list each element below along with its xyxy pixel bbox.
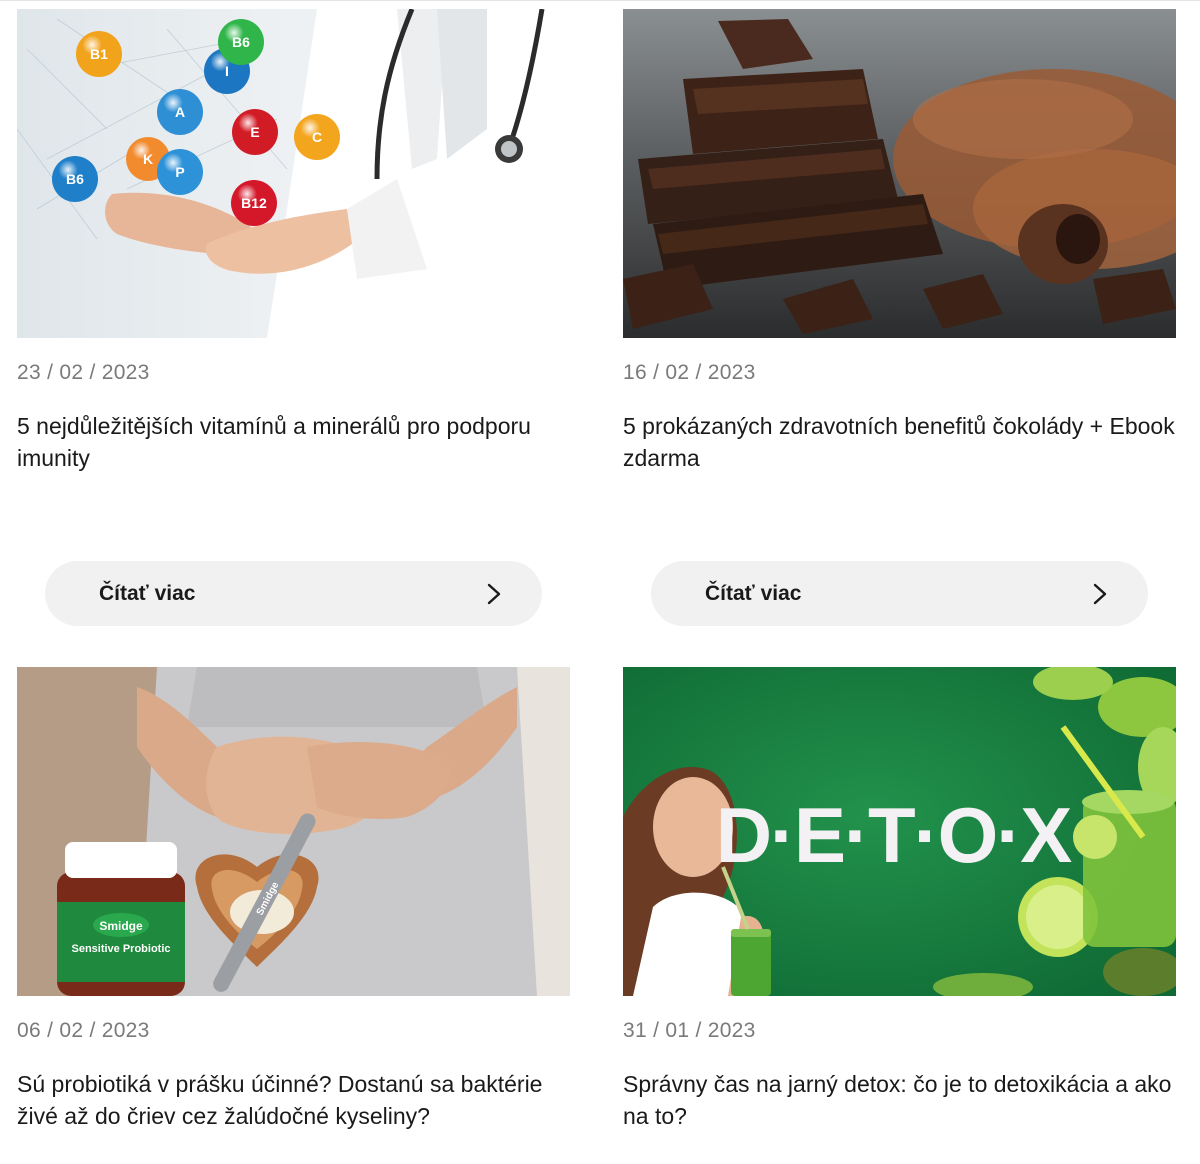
jar-product-label: Sensitive Probiotic	[71, 943, 170, 955]
article-card: D·E·T·O·X 31 / 01 / 2023 Správny čas na …	[623, 667, 1176, 1164]
article-date: 23 / 02 / 2023	[17, 361, 150, 384]
probiotic-powder-image: Smidge Sensitive Probiotic Smidge	[17, 667, 570, 996]
chevron-right-icon	[1093, 583, 1107, 604]
vitamin-a-label: A	[175, 104, 185, 120]
vitamin-k-label: K	[143, 151, 153, 167]
vitamin-p-label: P	[175, 164, 184, 180]
chocolate-image	[623, 9, 1176, 338]
detox-word: D·E·T·O·X	[716, 791, 1073, 879]
chevron-right-icon	[487, 583, 501, 604]
article-title[interactable]: 5 nejdůležitějších vitamínů a minerálů p…	[17, 410, 570, 506]
article-date: 16 / 02 / 2023	[623, 361, 756, 384]
read-more-label: Čítať viac	[99, 581, 196, 605]
read-more-label: Čítať viac	[705, 581, 802, 605]
article-title[interactable]: Sú probiotiká v prášku účinné? Dostanú s…	[17, 1068, 570, 1164]
article-title[interactable]: Správny čas na jarný detox: čo je to det…	[623, 1068, 1176, 1164]
vitamin-c-label: C	[312, 129, 322, 145]
jar-brand-label: Smidge	[99, 919, 143, 933]
vitamin-b6-label: B6	[66, 171, 84, 187]
article-image-link[interactable]: B1 B6 A K P I B6 E C B12	[17, 9, 570, 338]
article-image-link[interactable]	[623, 9, 1176, 338]
vitamin-b1-label: B1	[90, 46, 108, 62]
article-image-link[interactable]: Smidge Sensitive Probiotic Smidge	[17, 667, 570, 996]
vitamin-e-label: E	[250, 124, 259, 140]
read-more-button[interactable]: Čítať viac	[45, 561, 542, 626]
article-card: Smidge Sensitive Probiotic Smidge 06 / 0…	[17, 667, 570, 1164]
vitamin-b6-green-label: B6	[232, 34, 250, 50]
article-card: 16 / 02 / 2023 5 prokázaných zdravotních…	[623, 9, 1176, 626]
read-more-button[interactable]: Čítať viac	[651, 561, 1148, 626]
article-title[interactable]: 5 prokázaných zdravotních benefitů čokol…	[623, 410, 1176, 506]
article-card: B1 B6 A K P I B6 E C B12 23 / 02 / 2023 …	[17, 9, 570, 626]
detox-image: D·E·T·O·X	[623, 667, 1176, 996]
article-image-link[interactable]: D·E·T·O·X	[623, 667, 1176, 996]
doctor-vitamins-image: B1 B6 A K P I B6 E C B12	[17, 9, 570, 338]
vitamin-i-label: I	[225, 63, 229, 79]
article-date: 31 / 01 / 2023	[623, 1019, 756, 1042]
vitamin-b12-label: B12	[241, 195, 267, 211]
top-divider	[0, 0, 1200, 1]
article-date: 06 / 02 / 2023	[17, 1019, 150, 1042]
